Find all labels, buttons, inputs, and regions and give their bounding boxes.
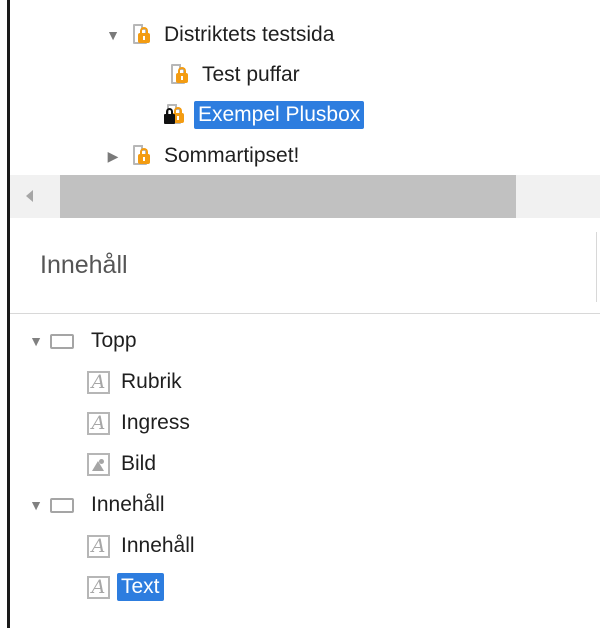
content-block-label: Ingress bbox=[121, 411, 190, 434]
content-block-innehall[interactable]: A Innehåll bbox=[87, 528, 199, 564]
page-tree-item-exempel-plusbox[interactable]: Exempel Plusbox bbox=[156, 97, 365, 133]
selected-page-label: Exempel Plusbox bbox=[194, 101, 365, 129]
locked-page-icon bbox=[130, 144, 152, 168]
content-area-icon bbox=[50, 497, 74, 513]
content-area-innehall[interactable]: ▼ Innehåll bbox=[27, 487, 169, 523]
page-tree-item-distriktets-testsida[interactable]: ▼ Distriktets testsida bbox=[104, 17, 338, 53]
content-block-rubrik[interactable]: A Rubrik bbox=[87, 364, 186, 400]
page-tree-label: Distriktets testsida bbox=[164, 23, 335, 46]
content-block-label: Bild bbox=[121, 452, 157, 475]
content-block-ingress[interactable]: A Ingress bbox=[87, 405, 194, 441]
content-area-topp[interactable]: ▼ Topp bbox=[27, 323, 141, 359]
content-area-label: Innehåll bbox=[91, 493, 165, 516]
selected-content-block-label: Text bbox=[117, 573, 164, 601]
text-block-icon: A bbox=[87, 411, 110, 435]
page-tree-item-test-puffar[interactable]: Test puffar bbox=[160, 57, 304, 93]
content-block-text[interactable]: A Text bbox=[87, 569, 164, 605]
locked-page-icon bbox=[130, 23, 152, 47]
page-tree-label: Test puffar bbox=[202, 63, 300, 86]
scrollbar-thumb[interactable] bbox=[60, 175, 516, 218]
locked-page-icon bbox=[168, 63, 190, 87]
image-block-icon bbox=[87, 452, 110, 476]
page-tree-item-sommartipset[interactable]: ▶ Sommartipset! bbox=[104, 138, 303, 174]
header-divider bbox=[596, 232, 597, 302]
caret-down-icon[interactable]: ▼ bbox=[27, 333, 45, 349]
text-block-icon: A bbox=[87, 370, 110, 394]
horizontal-scrollbar[interactable] bbox=[10, 175, 600, 218]
scroll-left-arrow-icon[interactable] bbox=[26, 190, 33, 202]
caret-down-icon[interactable]: ▼ bbox=[104, 26, 122, 44]
page-tree: ▼ Distriktets testsida Test puffar Exemp… bbox=[10, 0, 600, 175]
content-tree: ▼ Topp A Rubrik A Ingress Bild ▼ Innehål… bbox=[10, 315, 600, 628]
page-tree-label: Sommartipset! bbox=[164, 144, 300, 167]
private-locked-page-icon bbox=[164, 103, 186, 127]
content-area-label: Topp bbox=[91, 329, 137, 352]
content-block-label: Innehåll bbox=[121, 534, 195, 557]
caret-right-icon[interactable]: ▶ bbox=[104, 147, 122, 165]
text-block-icon: A bbox=[87, 575, 110, 599]
content-block-bild[interactable]: Bild bbox=[87, 446, 160, 482]
content-title: Innehåll bbox=[40, 251, 128, 279]
text-block-icon: A bbox=[87, 534, 110, 558]
cms-tree-panel: ▼ Distriktets testsida Test puffar Exemp… bbox=[0, 0, 600, 628]
content-block-label: Rubrik bbox=[121, 370, 182, 393]
caret-down-icon[interactable]: ▼ bbox=[27, 497, 45, 513]
content-area-icon bbox=[50, 333, 74, 349]
content-header: Innehåll bbox=[10, 218, 600, 314]
